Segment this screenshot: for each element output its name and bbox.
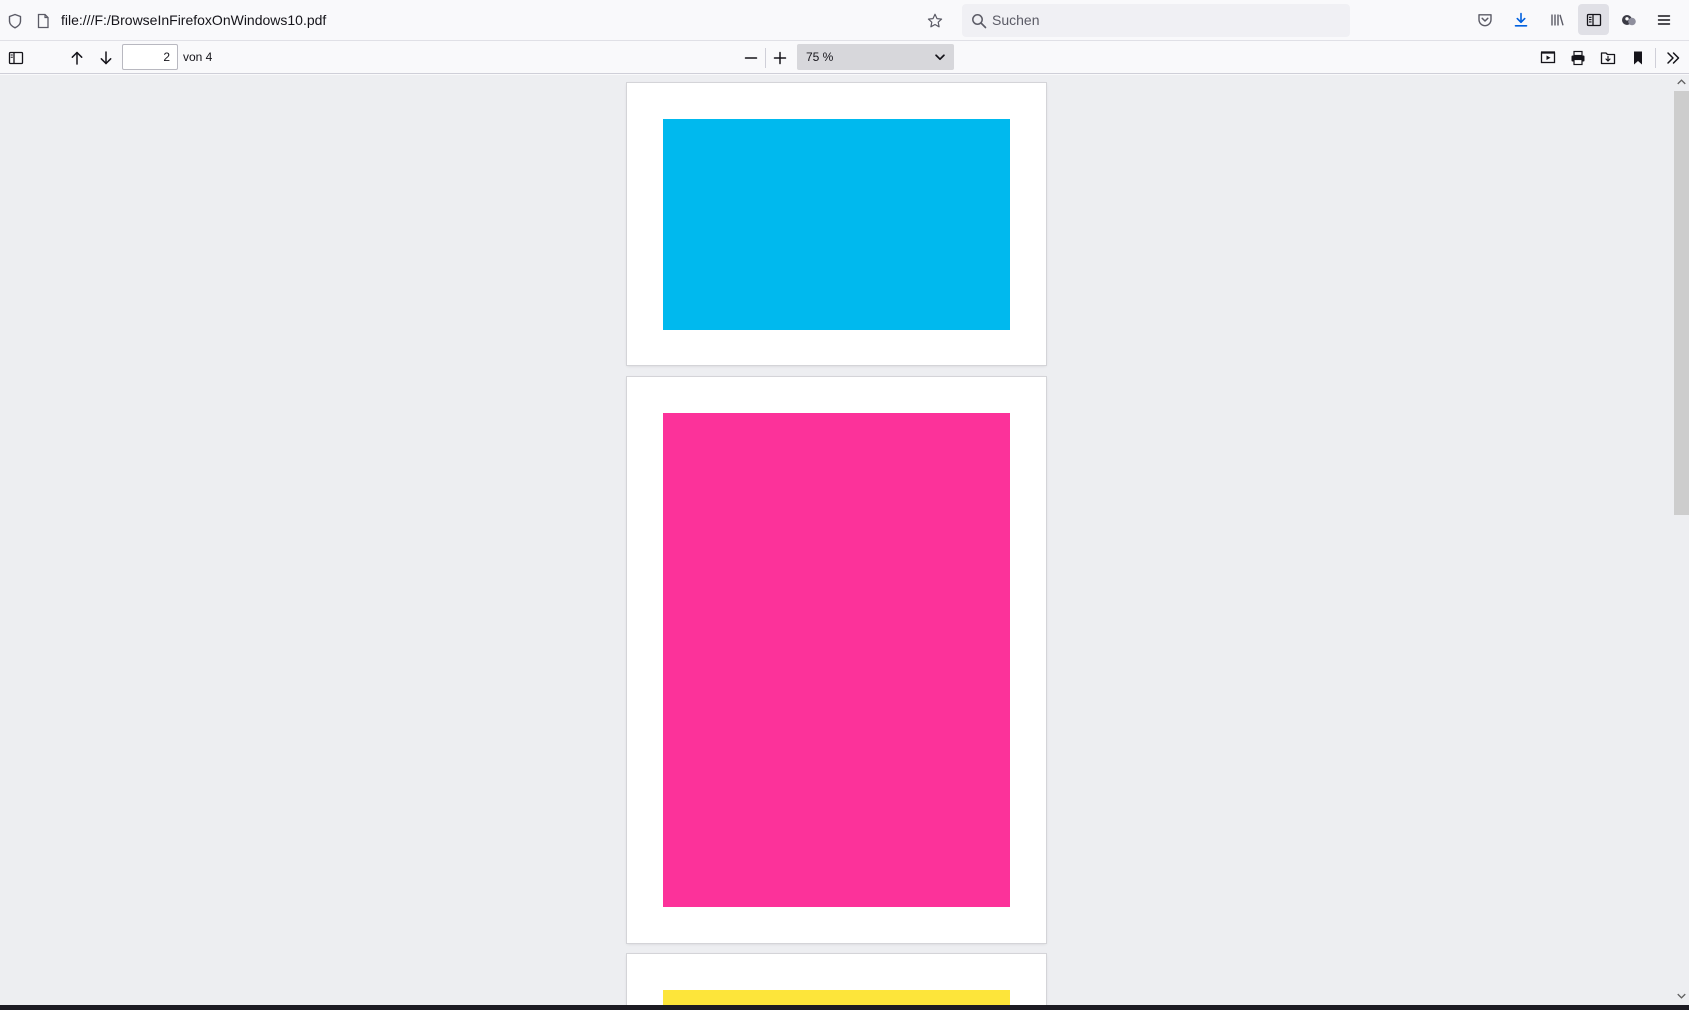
- yellow-rectangle: [663, 990, 1010, 1005]
- library-icon[interactable]: [1547, 10, 1567, 30]
- save-icon[interactable]: [1597, 47, 1619, 69]
- pdf-page-1: [627, 83, 1046, 365]
- zoom-out-icon[interactable]: [740, 47, 762, 69]
- previous-page-icon[interactable]: [66, 47, 88, 69]
- account-icon[interactable]: [1619, 10, 1639, 30]
- page-icon[interactable]: [34, 12, 52, 30]
- sidebar-icon[interactable]: [1578, 4, 1609, 35]
- scroll-down-icon[interactable]: [1674, 989, 1689, 1003]
- toolbar-separator: [765, 48, 766, 68]
- search-box[interactable]: Suchen: [962, 4, 1350, 37]
- zoom-select[interactable]: 75 %: [797, 44, 954, 70]
- bookmark-star-icon[interactable]: [925, 11, 945, 31]
- magenta-rectangle: [663, 413, 1010, 907]
- pdf-page-3: [627, 954, 1046, 1005]
- pocket-icon[interactable]: [1476, 11, 1494, 29]
- scroll-up-icon[interactable]: [1674, 75, 1689, 89]
- menu-icon[interactable]: [1654, 10, 1674, 30]
- shield-icon[interactable]: [6, 12, 24, 30]
- toolbar-separator: [1655, 48, 1656, 68]
- download-icon[interactable]: [1511, 10, 1531, 30]
- print-icon[interactable]: [1567, 47, 1589, 69]
- bookmark-icon[interactable]: [1627, 47, 1649, 69]
- presentation-mode-icon[interactable]: [1537, 47, 1559, 69]
- more-tools-icon[interactable]: [1662, 47, 1684, 69]
- zoom-value: 75 %: [806, 50, 834, 64]
- pdf-toolbar: 2 von 4 75 %: [0, 41, 1689, 74]
- scrollbar-thumb[interactable]: [1674, 91, 1689, 515]
- url-text[interactable]: file:///F:/BrowseInFirefoxOnWindows10.pd…: [61, 4, 326, 37]
- vertical-scrollbar[interactable]: [1671, 75, 1689, 1005]
- zoom-in-icon[interactable]: [769, 47, 791, 69]
- browser-nav-bar: file:///F:/BrowseInFirefoxOnWindows10.pd…: [0, 0, 1689, 41]
- search-placeholder: Suchen: [992, 12, 1040, 28]
- page-total-label: von 4: [183, 50, 213, 64]
- page-number-input[interactable]: 2: [122, 44, 178, 70]
- chevron-down-icon: [933, 50, 947, 64]
- cyan-rectangle: [663, 119, 1010, 330]
- url-bar[interactable]: file:///F:/BrowseInFirefoxOnWindows10.pd…: [0, 4, 951, 37]
- pdf-page-2: [627, 377, 1046, 943]
- search-icon: [970, 12, 987, 29]
- window-bottom-edge: [0, 1005, 1689, 1010]
- pdf-viewer[interactable]: [0, 75, 1689, 1005]
- sidebar-toggle-icon[interactable]: [5, 48, 27, 68]
- next-page-icon[interactable]: [95, 47, 117, 69]
